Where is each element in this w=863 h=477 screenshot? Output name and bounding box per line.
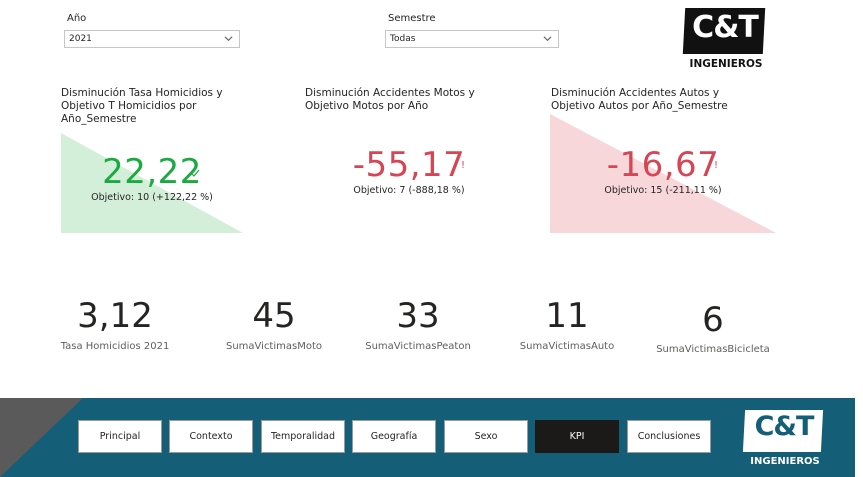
nav-button-geografia[interactable]: Geografía [352,420,436,453]
exclamation-icon: ! [714,160,719,171]
card-auto-victims-value: 11 [545,296,589,336]
company-logo: C&T INGENIEROS [682,6,770,72]
semester-dropdown[interactable]: Todas [385,30,559,48]
nav-button-sexo[interactable]: Sexo [444,420,528,453]
card-pedestrian-victims-value: 33 [396,296,440,336]
card-moto-victims-value: 45 [252,296,296,336]
kpi-homicides-goal: Objetivo: 10 (+122,22 %) [91,192,213,203]
nav-button-temporalidad[interactable]: Temporalidad [261,420,345,453]
check-icon [190,169,200,177]
nav-button-kpi[interactable]: KPI [535,420,619,453]
kpi-autos-title: Disminución Accidentes Autos y Objetivo … [551,87,728,112]
nav-button-principal[interactable]: Principal [78,420,162,453]
chevron-down-icon [543,36,552,42]
nav-button-conclusiones[interactable]: Conclusiones [627,420,711,453]
kpi-homicides-title: Disminución Tasa Homicidios y Objetivo T… [61,87,223,125]
kpi-autos-goal: Objetivo: 15 (-211,11 %) [604,185,722,196]
nav-button-contexto[interactable]: Contexto [169,420,253,453]
card-auto-victims-label: SumaVictimasAuto [519,341,615,352]
footer-gray-accent [0,398,83,477]
card-pedestrian-victims-label: SumaVictimasPeaton [365,341,471,352]
footer-logo-letters: C&T [754,411,815,442]
kpi-motos-value: -55,17 [352,145,466,185]
kpi-motos-title: Disminución Accidentes Motos y Objetivo … [305,87,475,112]
card-homicide-rate-label: Tasa Homicidios 2021 [60,341,170,352]
exclamation-icon: ! [461,160,466,171]
year-dropdown-value: 2021 [69,34,92,44]
kpi-autos-value: -16,67 [606,145,720,185]
year-dropdown[interactable]: 2021 [64,30,240,48]
right-edge-divider [855,398,863,477]
logo-subtitle: INGENIEROS [689,58,763,70]
semester-filter-label: Semestre [388,13,436,24]
kpi-homicides-value: 22,22 [102,152,202,192]
semester-dropdown-value: Todas [390,34,416,44]
card-bicycle-victims-label: SumaVictimasBicicleta [656,344,770,355]
kpi-motos-goal: Objetivo: 7 (-888,18 %) [353,185,465,196]
card-moto-victims-label: SumaVictimasMoto [225,341,322,352]
logo-letters: C&T [692,10,759,45]
card-homicide-rate-value: 3,12 [77,296,153,336]
footer-logo-subtitle: INGENIEROS [750,456,820,467]
card-bicycle-victims-value: 6 [702,300,724,340]
year-filter-label: Año [67,13,87,24]
footer-logo: C&T INGENIEROS [742,408,828,470]
chevron-down-icon [224,36,233,42]
